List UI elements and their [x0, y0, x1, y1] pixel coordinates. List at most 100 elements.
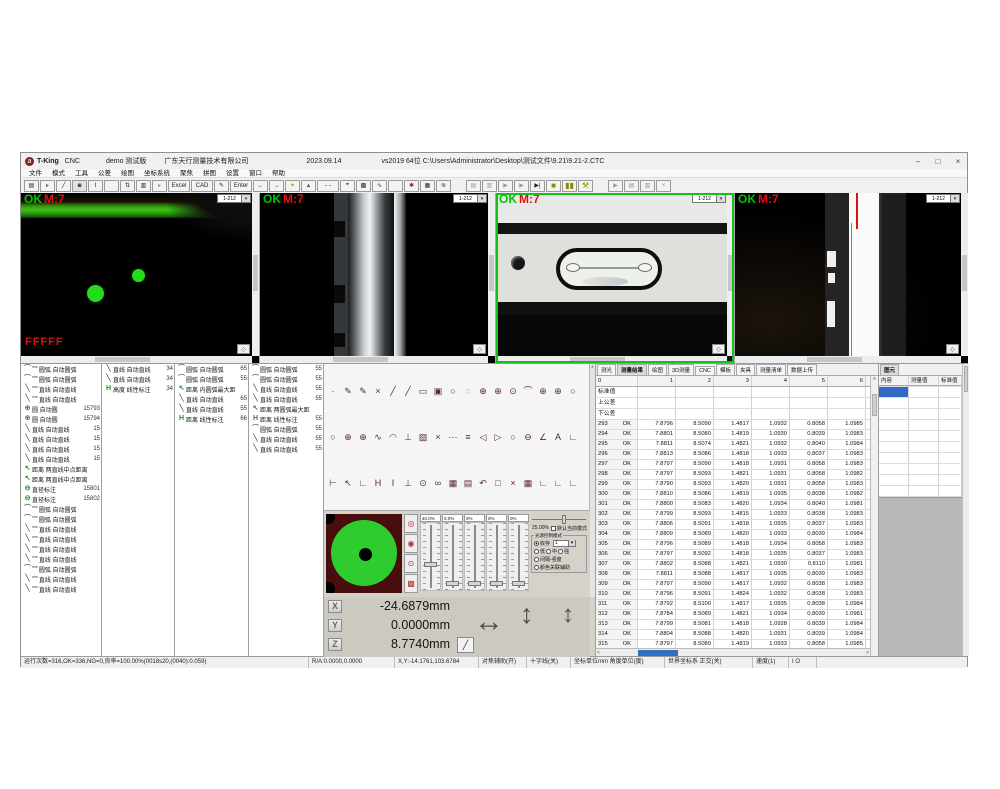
radio-color[interactable] [534, 565, 539, 570]
element-cell[interactable] [909, 431, 939, 441]
list-item[interactable]: ↖距离 两圆弧最大距 [249, 404, 323, 414]
list-item[interactable]: ⌒圆弧 自动圆弧55 [175, 374, 248, 384]
cad-export-button[interactable]: CAD [191, 180, 213, 192]
element-row[interactable] [879, 453, 969, 464]
table-row[interactable]: 313OK7.87998.50811.48181.09280.80391.098… [596, 620, 878, 630]
jog-xy-horizontal[interactable]: ↔ [474, 605, 504, 639]
list-item[interactable]: ╲***直线 自动直线 [21, 524, 101, 534]
tool-icon[interactable]: ⋯ [446, 431, 460, 444]
table-row[interactable]: 296OK7.88138.50861.48181.09330.80371.098… [596, 450, 878, 460]
light-toggle-button[interactable]: ✦ [285, 180, 300, 192]
element-cell[interactable] [879, 442, 909, 452]
tool-icon[interactable]: ▷ [491, 431, 505, 444]
camera3-3d-icon[interactable]: ◇ [712, 344, 725, 354]
results-vscrollbar[interactable]: ∧ [870, 376, 878, 656]
step-button[interactable]: ▸ [152, 180, 167, 192]
tool-icon[interactable]: ▨ [416, 431, 430, 444]
list-item[interactable]: ╲***直线 自动直线 [21, 384, 101, 394]
camera-panel-1[interactable]: OKM:7 FFFFF 1-212▾ ◇ [21, 193, 259, 363]
tool-icon[interactable]: □ [491, 477, 505, 490]
tool-icon[interactable]: ╱ [386, 385, 400, 398]
probe-button[interactable]: ◙ [72, 180, 87, 192]
list-item[interactable]: ╲直线 自动直线55 [249, 434, 323, 444]
abort-button[interactable]: × [656, 180, 671, 192]
element-cell[interactable] [939, 409, 962, 419]
list-item[interactable]: ╲直线 自动直线15 [21, 444, 101, 454]
element-row[interactable] [879, 464, 969, 475]
minus-minus-button[interactable]: - - [317, 180, 339, 192]
tool-icon[interactable]: ◠ [386, 431, 400, 444]
default-mode-checkbox[interactable]: 默认当前模式 [551, 525, 587, 532]
blank-a-button[interactable] [104, 180, 119, 192]
prev-button[interactable]: ← [253, 180, 268, 192]
tool-icon[interactable]: ▭ [416, 385, 430, 398]
profile-button[interactable]: ≋ [436, 180, 451, 192]
curve-button[interactable]: ∿ [372, 180, 387, 192]
element-cell[interactable] [879, 398, 909, 408]
next-button[interactable]: → [269, 180, 284, 192]
camera3-hscrollbar[interactable] [496, 356, 727, 363]
tool-icon[interactable]: ∟ [356, 477, 370, 490]
list-item[interactable]: ⌒***圆弧 自动圆弧 [21, 364, 101, 374]
tool-icon[interactable]: ◌ [461, 385, 475, 398]
z-axis-button[interactable]: Z [328, 638, 342, 651]
table-row[interactable]: 307OK7.88028.50881.48211.09300.81101.098… [596, 560, 878, 570]
menu-item-5[interactable]: 坐标系统 [139, 169, 175, 178]
list-item[interactable]: ╲***直线 自动直线 [21, 554, 101, 564]
results-hscrollbar[interactable]: <> [596, 648, 870, 656]
table-row[interactable]: 299OK7.87908.50931.48201.09310.80581.098… [596, 480, 878, 490]
list-item[interactable]: ⌒圆弧 自动圆弧55 [249, 364, 323, 374]
element-cell[interactable] [909, 420, 939, 430]
slider-thumb[interactable] [424, 562, 437, 567]
list-item[interactable]: H距离 线性标注55 [249, 414, 323, 424]
light-channel-button-3[interactable]: ▩ [404, 574, 418, 593]
list-item[interactable]: ⊕圆 自动圆15794 [21, 414, 101, 424]
element-cell[interactable] [939, 453, 962, 463]
element-row[interactable] [879, 420, 969, 431]
element-cell[interactable] [909, 409, 939, 419]
element-cell[interactable] [879, 409, 909, 419]
camera2-zoom-select[interactable]: 1-212▾ [453, 194, 487, 203]
play-step-button[interactable]: ▶| [530, 180, 545, 192]
light-slider-1[interactable]: 0.0% [442, 514, 463, 591]
tool-icon[interactable]: × [371, 385, 385, 398]
list-item[interactable]: ╲***直线 自动直线 [21, 534, 101, 544]
find-button[interactable]: ⌖ [340, 180, 355, 192]
list-item[interactable]: ⌒圆弧 自动圆弧65 [175, 364, 248, 374]
light-slider-4[interactable]: 0% [508, 514, 529, 591]
list-item[interactable]: ╲直线 自动直线15 [21, 454, 101, 464]
tool-icon[interactable]: A [551, 431, 565, 444]
table-row[interactable]: 309OK7.87978.50901.48171.09320.80381.098… [596, 580, 878, 590]
tools-button[interactable]: ⚒ [578, 180, 593, 192]
tool-icon[interactable]: ⌒ [521, 385, 535, 398]
camera4-3d-icon[interactable]: ◇ [946, 344, 959, 354]
slider-thumb[interactable] [490, 581, 503, 586]
list-item[interactable]: ⊕圆 自动圆15793 [21, 404, 101, 414]
jog-z[interactable]: ↕ [562, 601, 574, 629]
slider-thumb[interactable] [446, 581, 459, 586]
tool-icon[interactable]: ∟ [551, 477, 565, 490]
element-cell[interactable] [939, 442, 962, 452]
tab-8[interactable]: 数据上传 [787, 364, 817, 375]
table-row[interactable]: 303OK7.88068.50911.48181.09350.80371.098… [596, 520, 878, 530]
tool-icon[interactable]: ○ [446, 385, 460, 398]
open2-button[interactable]: ▥ [640, 180, 655, 192]
tool-icon[interactable]: ○ [506, 431, 520, 444]
tab-1[interactable]: 测量结果 [617, 364, 647, 375]
camera4-vscrollbar[interactable] [961, 193, 968, 356]
camera2-hscrollbar[interactable] [260, 356, 488, 363]
tool-icon[interactable]: ⊕ [341, 431, 355, 444]
close-button[interactable]: × [953, 157, 963, 166]
tool-icon[interactable]: I [386, 477, 400, 490]
element-cell[interactable] [939, 398, 962, 408]
menu-item-2[interactable]: 工具 [70, 169, 93, 178]
table-row[interactable]: 295OK7.88118.50741.48211.09320.80401.098… [596, 440, 878, 450]
list-item[interactable]: ⊖直径标注15802 [21, 494, 101, 504]
menu-item-0[interactable]: 文件 [24, 169, 47, 178]
list-item[interactable]: ╲直线 自动直线15 [21, 434, 101, 444]
element-cell[interactable] [909, 453, 939, 463]
save-button[interactable]: ▤ [24, 180, 39, 192]
tool-icon[interactable]: ✎ [341, 385, 355, 398]
menu-item-6[interactable]: 聚焦 [175, 169, 198, 178]
jog-xy-vertical[interactable]: ↕ [520, 599, 534, 630]
